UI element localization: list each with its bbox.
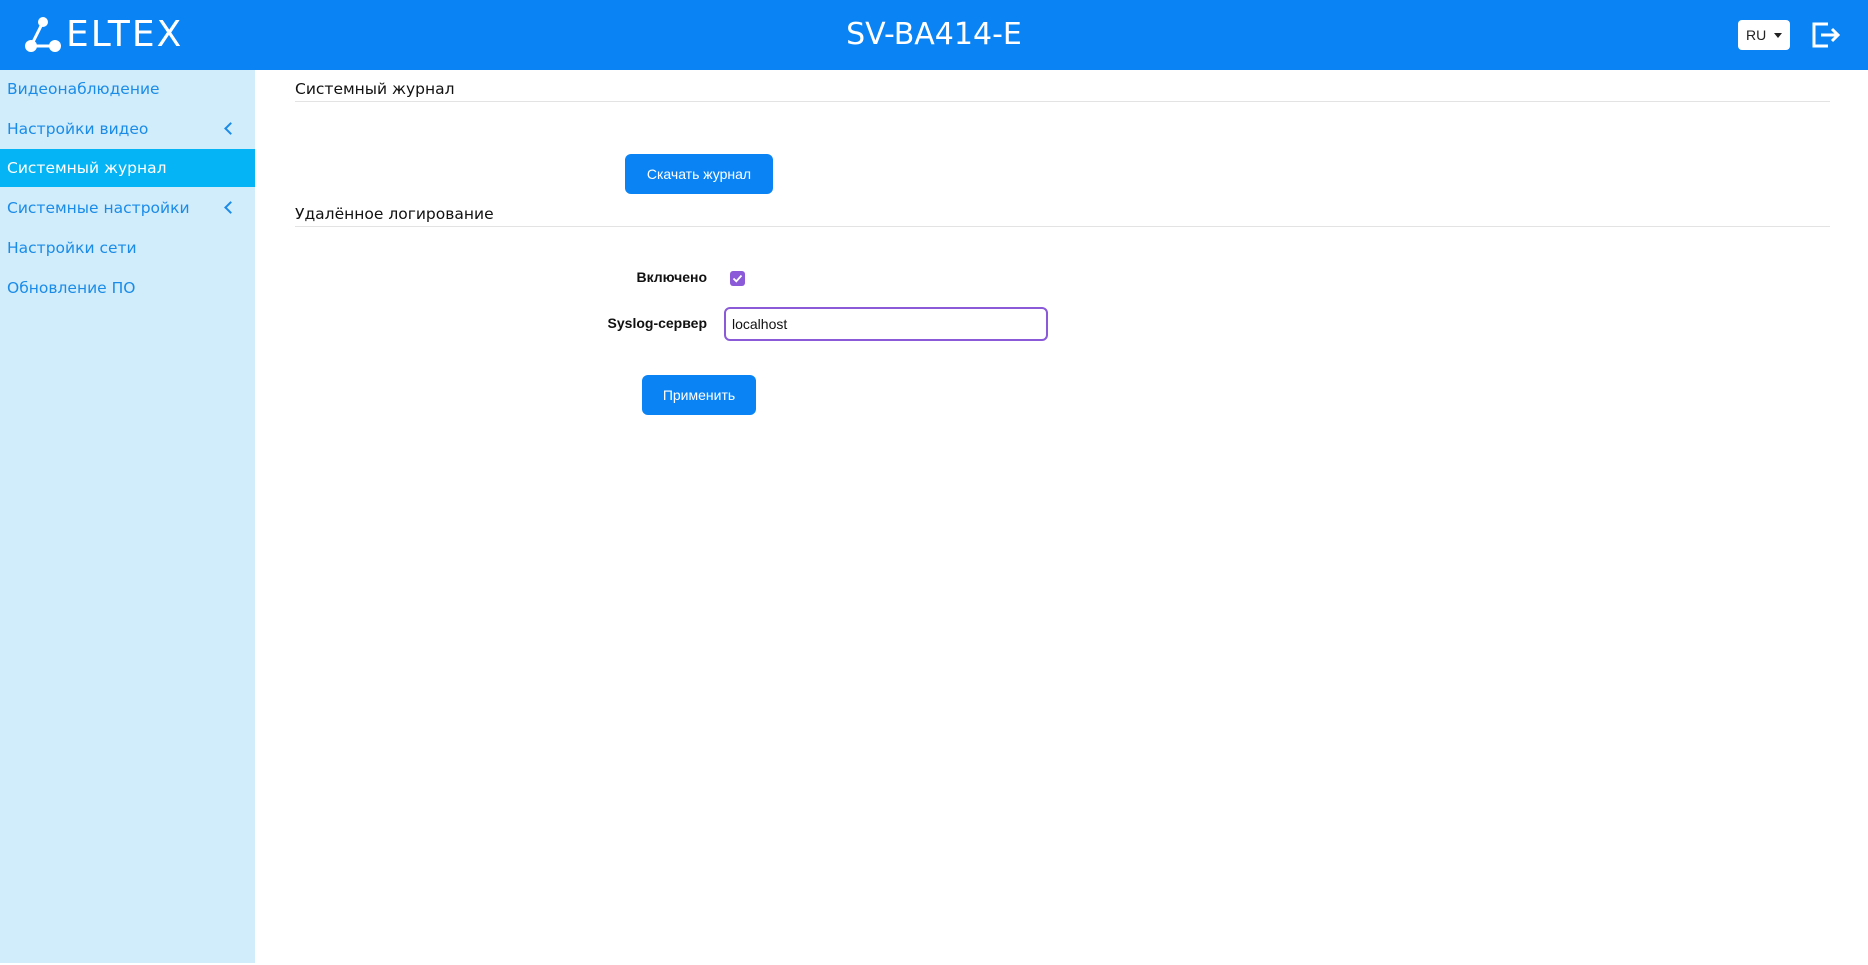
apply-button[interactable]: Применить [642,375,756,415]
device-title: SV-BA414-E [846,17,1022,52]
syslog-section-title: Системный журнал [295,80,455,98]
sidebar-item-label: Настройки видео [7,120,149,138]
divider [295,101,1830,102]
chevron-left-icon [224,122,237,135]
top-bar: ELTEX SV-BA414-E RU [0,0,1868,70]
sidebar: Видеонаблюдение Настройки видео Системны… [0,70,255,963]
eltex-logo: ELTEX [24,14,183,56]
sidebar-item-system-log[interactable]: Системный журнал [0,149,255,187]
sidebar-item-video-settings[interactable]: Настройки видео [0,110,255,148]
sidebar-item-label: Обновление ПО [7,279,136,297]
sidebar-item-system-settings[interactable]: Системные настройки [0,189,255,227]
sidebar-item-firmware-update[interactable]: Обновление ПО [0,269,255,307]
sidebar-item-label: Системные настройки [7,199,190,217]
scrollbar[interactable] [1858,0,1868,70]
chevron-left-icon [224,201,237,214]
download-log-button[interactable]: Скачать журнал [625,154,773,194]
remote-logging-section-title: Удалённое логирование [295,205,494,223]
enabled-label: Включено [636,269,707,285]
language-select[interactable]: RU [1738,20,1790,50]
caret-down-icon [1774,33,1782,38]
sidebar-item-video-surveillance[interactable]: Видеонаблюдение [0,70,255,108]
sidebar-item-network-settings[interactable]: Настройки сети [0,229,255,267]
logout-button[interactable] [1808,18,1842,52]
main-content: Системный журнал Скачать журнал Удалённо… [255,70,1858,963]
enabled-checkbox[interactable] [730,271,745,286]
syslog-server-input[interactable] [724,307,1048,341]
check-icon [732,274,743,283]
logout-icon [1812,22,1841,48]
syslog-server-label: Syslog-сервер [607,315,707,331]
logo-text: ELTEX [66,14,184,55]
sidebar-item-label: Системный журнал [7,159,167,177]
sidebar-item-label: Настройки сети [7,239,137,257]
divider [295,226,1830,227]
language-value: RU [1746,27,1767,43]
eltex-logo-icon [25,17,61,52]
sidebar-item-label: Видеонаблюдение [7,80,160,98]
